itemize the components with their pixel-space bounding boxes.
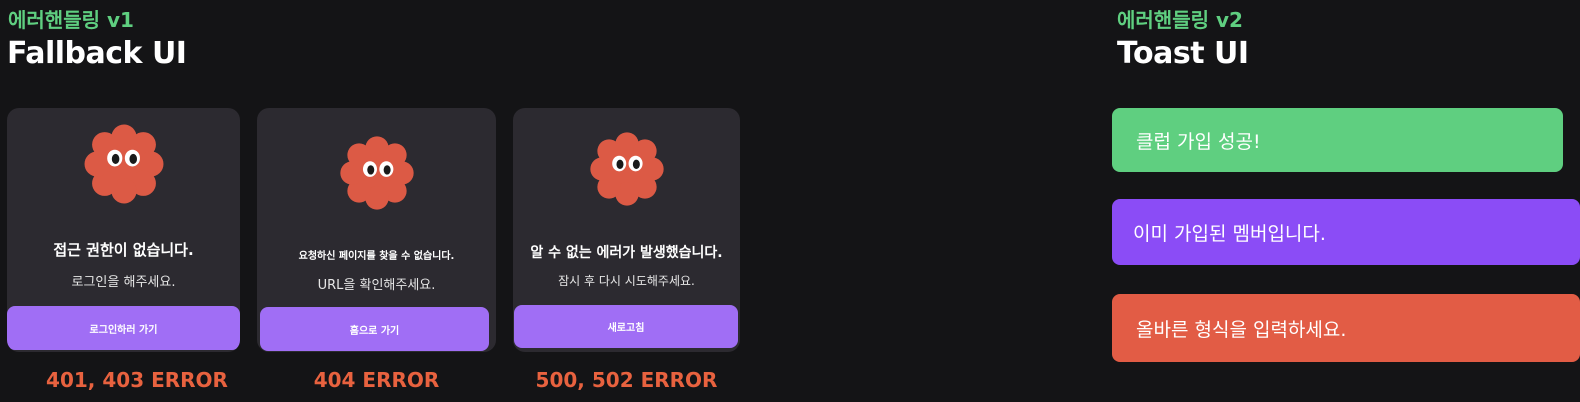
home-button[interactable]: 홈으로 가기 <box>260 307 489 351</box>
card-title: 요청하신 페이지를 찾을 수 없습니다. <box>298 251 455 262</box>
error-code-label: 401, 403 ERROR <box>46 368 228 392</box>
refresh-button[interactable]: 새로고침 <box>514 305 738 348</box>
toast-message: 클럽 가입 성공! <box>1136 130 1261 153</box>
fallback-card-404: 요청하신 페이지를 찾을 수 없습니다. URL을 확인해주세요. 홈으로 가기 <box>257 108 496 352</box>
error-mascot-icon <box>84 124 163 204</box>
error-mascot-icon <box>339 136 414 210</box>
error-code-label: 500, 502 ERROR <box>535 368 718 392</box>
login-button[interactable]: 로그인하러 가기 <box>7 306 240 350</box>
toast-success: 클럽 가입 성공! <box>1112 108 1563 172</box>
card-message: URL을 확인해주세요. <box>317 278 436 293</box>
card-message: 로그인을 해주세요. <box>71 275 176 290</box>
v2-section-tag: 에러핸들링 v2 <box>1117 8 1243 32</box>
card-title: 접근 권한이 없습니다. <box>53 241 194 259</box>
card-message: 잠시 후 다시 시도해주세요. <box>558 274 695 288</box>
toast-info: 이미 가입된 멤버입니다. <box>1112 199 1580 265</box>
error-code-label: 404 ERROR <box>313 368 440 392</box>
toast-error: 올바른 형식을 입력하세요. <box>1112 294 1580 362</box>
toast-message: 올바른 형식을 입력하세요. <box>1136 318 1347 341</box>
card-title: 알 수 없는 에러가 발생했습니다. <box>530 245 723 261</box>
fallback-card-401: 접근 권한이 없습니다. 로그인을 해주세요. 로그인하러 가기 <box>7 108 240 352</box>
v1-section-tag: 에러핸들링 v1 <box>8 8 134 32</box>
v2-section-title: Toast UI <box>1117 36 1249 71</box>
fallback-card-500: 알 수 없는 에러가 발생했습니다. 잠시 후 다시 시도해주세요. 새로고침 <box>513 108 740 352</box>
v1-section-title: Fallback UI <box>7 36 187 71</box>
toast-message: 이미 가입된 멤버입니다. <box>1133 222 1326 245</box>
error-mascot-icon <box>589 132 664 206</box>
